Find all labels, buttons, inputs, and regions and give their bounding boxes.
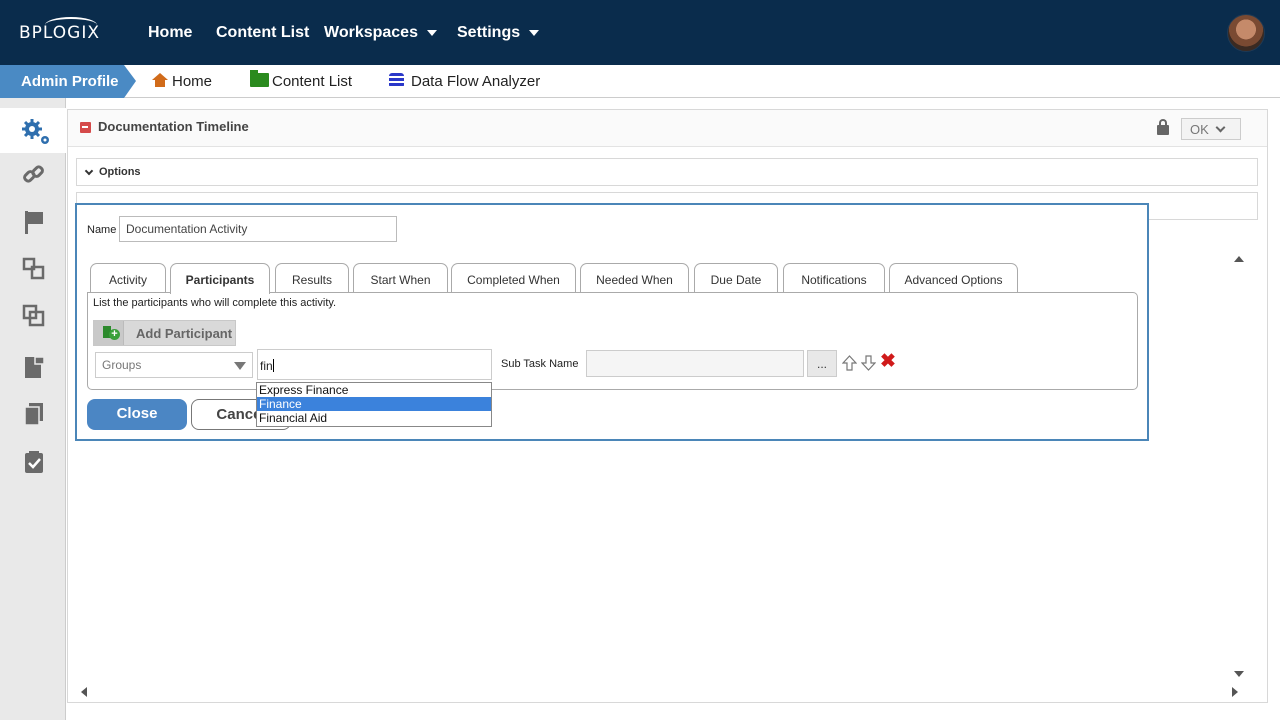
quick-link-home[interactable]: Home [152, 73, 212, 90]
avatar[interactable] [1227, 14, 1265, 52]
participant-type-select[interactable]: Groups [95, 352, 253, 378]
activity-dialog: Name Documentation Activity Activity Par… [75, 203, 1149, 441]
tab-label: Notifications [801, 273, 867, 287]
sub-task-name-label: Sub Task Name [501, 358, 579, 370]
scroll-left-arrow[interactable] [81, 687, 87, 697]
logo[interactable]: BPLOGIX [19, 23, 100, 43]
sub-task-name-field[interactable] [586, 350, 804, 377]
scroll-right-arrow[interactable] [1232, 687, 1238, 697]
nav-workspaces[interactable]: Workspaces [324, 24, 437, 42]
text-cursor [272, 359, 274, 372]
ok-button[interactable]: OK [1181, 118, 1241, 140]
documents-icon[interactable] [19, 400, 49, 430]
nav-settings[interactable]: Settings [457, 24, 540, 42]
tab-label: Advanced Options [904, 273, 1003, 287]
tab-label: Completed When [467, 273, 560, 287]
subprocess-icon[interactable] [19, 256, 49, 286]
admin-profile-label: Admin Profile [21, 73, 119, 90]
participant-search-input[interactable]: fin [257, 349, 492, 380]
name-field[interactable]: Documentation Activity [119, 216, 397, 242]
tab-label: Results [291, 273, 332, 287]
tab-label: Due Date [710, 273, 762, 287]
tab-results[interactable]: Results [275, 263, 349, 293]
home-icon [152, 73, 168, 87]
tab-label: Participants [185, 273, 255, 287]
add-participant-button[interactable]: Add Participant [93, 320, 236, 346]
chevron-down-icon [84, 166, 94, 176]
tab-label: Activity [108, 273, 147, 287]
dropdown-arrow-icon [234, 362, 246, 370]
remove-participant-icon[interactable]: ✖ [880, 350, 896, 373]
database-icon [389, 73, 404, 88]
add-participant-icon [94, 321, 124, 345]
move-up-icon[interactable] [842, 355, 857, 371]
options-label: Options [99, 166, 141, 178]
nav-home-label: Home [148, 24, 193, 41]
nav-workspaces-label: Workspaces [324, 24, 418, 41]
tab-label: Needed When [596, 273, 673, 287]
chevron-down-icon [426, 29, 437, 36]
scroll-up-arrow[interactable] [1234, 256, 1244, 262]
autocomplete-option-finance[interactable]: Finance [257, 397, 491, 411]
copy-frames-icon[interactable] [19, 303, 49, 333]
tab-completed-when[interactable]: Completed When [451, 263, 576, 293]
admin-profile-tab[interactable]: Admin Profile [0, 65, 136, 98]
task-check-icon[interactable] [19, 448, 49, 478]
participant-input-text: fin [260, 359, 273, 373]
participant-type-value: Groups [102, 358, 142, 372]
autocomplete-option-financial-aid[interactable]: Financial Aid [257, 411, 491, 425]
scroll-down-arrow[interactable] [1234, 671, 1244, 677]
left-sidebar [0, 98, 66, 720]
add-participant-label: Add Participant [136, 326, 233, 341]
folder-icon [250, 70, 269, 87]
nav-home[interactable]: Home [148, 24, 192, 42]
flag-icon[interactable] [19, 208, 49, 238]
tab-participants[interactable]: Participants [170, 263, 270, 294]
settings-gears-icon[interactable] [19, 116, 49, 146]
chevron-down-icon [1215, 122, 1226, 133]
quick-link-content-list-label: Content List [272, 73, 353, 90]
top-nav-bar: BPLOGIX Home Content List Workspaces Set… [0, 0, 1280, 65]
tab-needed-when[interactable]: Needed When [580, 263, 689, 293]
lock-icon[interactable] [1157, 119, 1169, 135]
quick-link-content-list[interactable]: Content List [250, 70, 353, 90]
participants-panel: List the participants who will complete … [87, 292, 1138, 390]
ok-label: OK [1190, 122, 1209, 137]
quick-link-home-label: Home [172, 73, 213, 90]
tab-activity[interactable]: Activity [90, 263, 166, 293]
chevron-down-icon [529, 29, 540, 36]
autocomplete-option-express-finance[interactable]: Express Finance [257, 383, 491, 397]
nav-content-list[interactable]: Content List [216, 24, 309, 42]
tab-start-when[interactable]: Start When [353, 263, 448, 293]
quick-link-data-flow-analyzer[interactable]: Data Flow Analyzer [389, 73, 540, 90]
breadcrumb-bar: Admin Profile Home Content List Data Flo… [0, 65, 1280, 98]
move-down-icon[interactable] [861, 355, 876, 371]
page-title: Documentation Timeline [98, 119, 249, 134]
link-icon[interactable] [19, 162, 49, 192]
tab-advanced-options[interactable]: Advanced Options [889, 263, 1018, 293]
browse-button[interactable]: ... [807, 350, 837, 377]
tab-due-date[interactable]: Due Date [694, 263, 778, 293]
tab-label: Start When [370, 273, 431, 287]
options-section[interactable]: Options [76, 158, 1258, 186]
tab-notifications[interactable]: Notifications [783, 263, 885, 293]
nav-content-list-label: Content List [216, 24, 310, 41]
quick-link-data-flow-label: Data Flow Analyzer [411, 73, 541, 90]
locked-document-icon[interactable] [19, 352, 49, 382]
title-bar: Documentation Timeline OK [68, 110, 1267, 147]
nav-settings-label: Settings [457, 24, 521, 41]
form-icon [80, 122, 91, 133]
close-button[interactable]: Close [87, 399, 187, 430]
name-label: Name [87, 224, 117, 236]
participants-instruction: List the participants who will complete … [93, 297, 337, 309]
autocomplete-list: Express Finance Finance Financial Aid [256, 382, 492, 427]
horizontal-scrollbar[interactable] [68, 682, 1267, 702]
